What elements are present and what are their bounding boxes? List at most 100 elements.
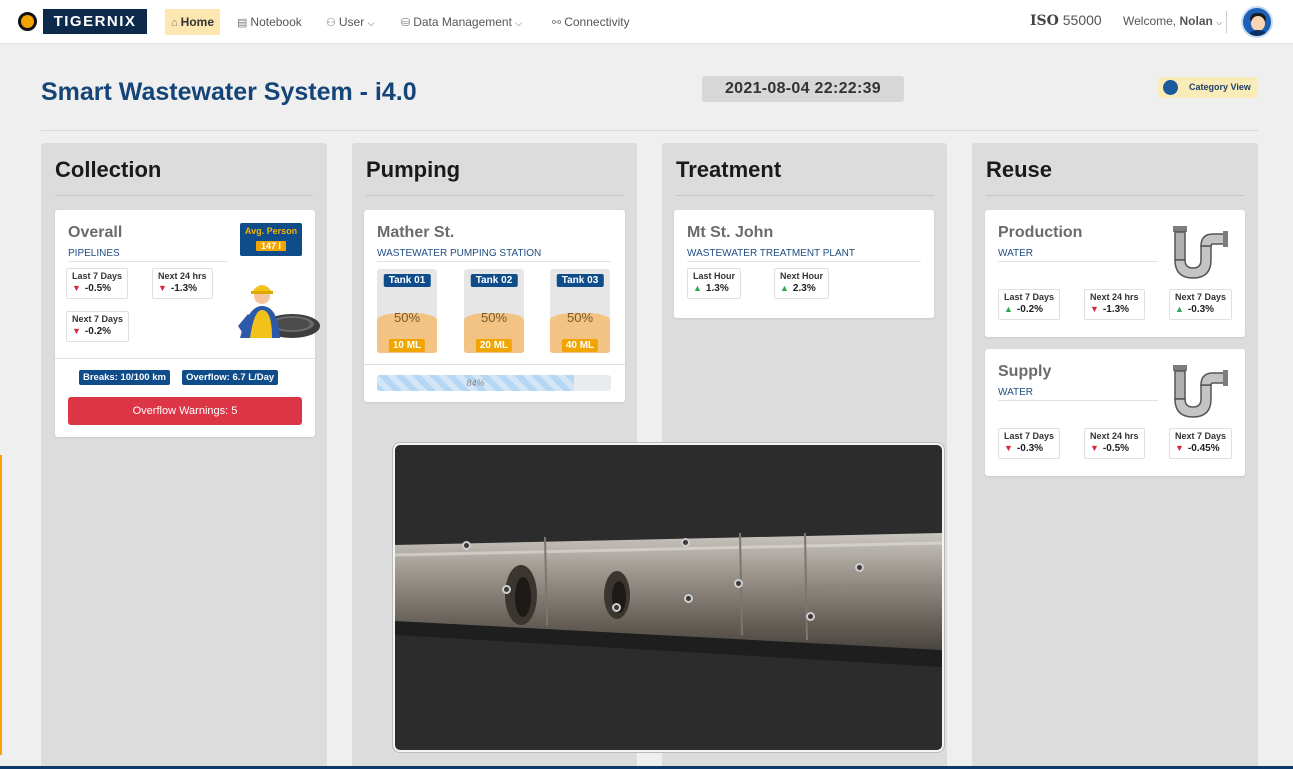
brand-logo[interactable]: TIGERNIX [43, 9, 147, 34]
iso-badge: ISO 55000 [1030, 12, 1102, 29]
stat-last-7-days: Last 7 Days ▼ -0.5% [66, 268, 129, 299]
pumping-progress-bar: 84% [377, 375, 611, 391]
nav-user-label: User [338, 15, 365, 29]
trend-down-icon: ▼ [72, 283, 81, 293]
stat-next-24-hrs: Next 24 hrs ▼ -1.3% [152, 268, 213, 299]
tank-02[interactable]: Tank 02 50% 20 ML [464, 269, 524, 353]
tank-03[interactable]: Tank 03 50% 40 ML [550, 269, 610, 353]
tank-volume: 20 ML [475, 339, 513, 352]
card-production-water[interactable]: Production WATER Last 7 Days ▲ -0.2% Next… [985, 210, 1245, 337]
trend-down-icon: ▼ [1175, 443, 1184, 453]
tiger-logo-icon[interactable] [18, 12, 37, 31]
nav-home[interactable]: ⌂ Home [165, 9, 220, 35]
tank-volume: 40 ML [561, 339, 599, 352]
card-supply-water[interactable]: Supply WATER Last 7 Days ▼ -0.3% Next 24 … [985, 349, 1245, 476]
welcome-prefix: Welcome, [1123, 14, 1177, 28]
trend-down-icon: ▼ [1090, 443, 1099, 453]
annotation-marker[interactable] [462, 541, 471, 550]
nav-divider [1226, 11, 1227, 33]
breaks-badge: Breaks: 10/100 km [79, 370, 170, 385]
card-subtitle: WATER [998, 248, 1033, 259]
avg-person-value: 147 l [255, 241, 287, 251]
nav-connectivity[interactable]: ⚯ Connectivity [552, 9, 630, 35]
stat-next-7-days: Next 7 Days ▼ -0.45% [1169, 428, 1233, 459]
stat-next-24-hrs: Next 24 hrs ▼ -1.3% [1084, 289, 1145, 320]
tank-label: Tank 01 [383, 274, 431, 287]
card-mather-st[interactable]: Mather St. WASTEWATER PUMPING STATION Ta… [364, 210, 625, 402]
database-icon: ⛁ [401, 17, 411, 29]
card-subtitle: WATER [998, 387, 1033, 398]
tank-level: 50% [566, 310, 594, 325]
tank-01[interactable]: Tank 01 50% 10 ML [377, 269, 437, 353]
toggle-dot-icon [1163, 80, 1178, 95]
annotation-marker[interactable] [502, 585, 511, 594]
user-menu[interactable]: Welcome, Nolan ⌵ [1123, 14, 1222, 28]
left-accent-bar [0, 455, 2, 755]
iso-prefix: ISO [1030, 13, 1059, 29]
column-title: Collection [55, 157, 162, 182]
card-subtitle: PIPELINES [68, 248, 120, 259]
card-mt-st-john[interactable]: Mt St. John WASTEWATER TREATMENT PLANT L… [674, 210, 934, 318]
header-divider [41, 130, 1258, 131]
trend-down-icon: ▼ [1090, 304, 1099, 314]
card-overall-pipelines[interactable]: Overall PIPELINES Avg. Person 147 l Last… [55, 210, 320, 437]
column-title: Treatment [676, 157, 782, 182]
overflow-rate-badge: Overflow: 6.7 L/Day [182, 370, 279, 385]
top-nav: TIGERNIX ⌂ Home ▤ Notebook ⚇ User ⌵ ⛁ Data M… [0, 0, 1293, 44]
card-title: Production [998, 224, 1083, 241]
pipe-3d-viewer[interactable] [393, 443, 944, 752]
column-reuse: Reuse Production WATER Last 7 Days ▲ -0.2… [972, 143, 1258, 769]
pipe-icon [1173, 226, 1228, 279]
overflow-warnings-button[interactable]: Overflow Warnings: 5 [68, 397, 302, 425]
nav-home-label: Home [180, 15, 214, 29]
card-title: Overall [68, 224, 123, 241]
nav-user[interactable]: ⚇ User ⌵ [326, 9, 374, 35]
annotation-marker[interactable] [612, 603, 621, 612]
stat-last-7-days: Last 7 Days ▲ -0.2% [998, 289, 1061, 320]
column-title: Reuse [986, 157, 1053, 182]
user-name: Nolan [1179, 14, 1213, 28]
trend-down-icon: ▼ [72, 326, 81, 336]
annotation-marker[interactable] [855, 563, 864, 572]
pipe-icon [1173, 365, 1228, 418]
datetime-display: 2021-08-04 22:22:39 [702, 76, 904, 102]
tank-level: 50% [393, 310, 421, 325]
home-icon: ⌂ [171, 17, 178, 29]
chevron-down-icon: ⌵ [367, 18, 375, 28]
avatar[interactable] [1241, 6, 1273, 38]
stat-last-7-days: Last 7 Days ▼ -0.3% [998, 428, 1061, 459]
connectivity-icon: ⚯ [552, 17, 562, 29]
annotation-marker[interactable] [734, 579, 743, 588]
page-title: Smart Wastewater System - i4.0 [41, 78, 417, 106]
nav-connectivity-label: Connectivity [564, 15, 630, 29]
tank-volume: 10 ML [388, 339, 426, 352]
trend-up-icon: ▲ [693, 283, 702, 293]
stat-next-7-days: Next 7 Days ▼ -0.2% [66, 311, 130, 342]
tank-label: Tank 03 [556, 274, 604, 287]
annotation-marker[interactable] [806, 612, 815, 621]
manhole-worker-illustration [238, 285, 320, 338]
category-view-label: Category View [1189, 82, 1251, 92]
card-subtitle: WASTEWATER PUMPING STATION [377, 248, 542, 259]
nav-notebook-label: Notebook [250, 15, 302, 29]
progress-label: 84% [466, 378, 485, 388]
tank-label: Tank 02 [470, 274, 518, 287]
nav-data-management-label: Data Management [413, 15, 512, 29]
users-icon: ⚇ [326, 17, 336, 29]
trend-up-icon: ▲ [1004, 304, 1013, 314]
chevron-down-icon: ⌵ [1216, 18, 1223, 27]
stat-last-hour: Last Hour ▲ 1.3% [687, 268, 742, 299]
nav-notebook[interactable]: ▤ Notebook [237, 9, 302, 35]
annotation-marker[interactable] [681, 538, 690, 547]
column-collection: Collection Overall PIPELINES Avg. Person… [41, 143, 327, 769]
category-view-toggle[interactable]: Category View [1158, 77, 1258, 98]
trend-down-icon: ▼ [158, 283, 167, 293]
stat-next-24-hrs: Next 24 hrs ▼ -0.5% [1084, 428, 1145, 459]
card-title: Mather St. [377, 224, 455, 241]
trend-up-icon: ▲ [780, 283, 789, 293]
chevron-down-icon: ⌵ [515, 18, 523, 28]
annotation-marker[interactable] [684, 594, 693, 603]
card-title: Mt St. John [687, 224, 774, 241]
stat-next-7-days: Next 7 Days ▲ -0.3% [1169, 289, 1233, 320]
nav-data-management[interactable]: ⛁ Data Management ⌵ [401, 9, 522, 35]
